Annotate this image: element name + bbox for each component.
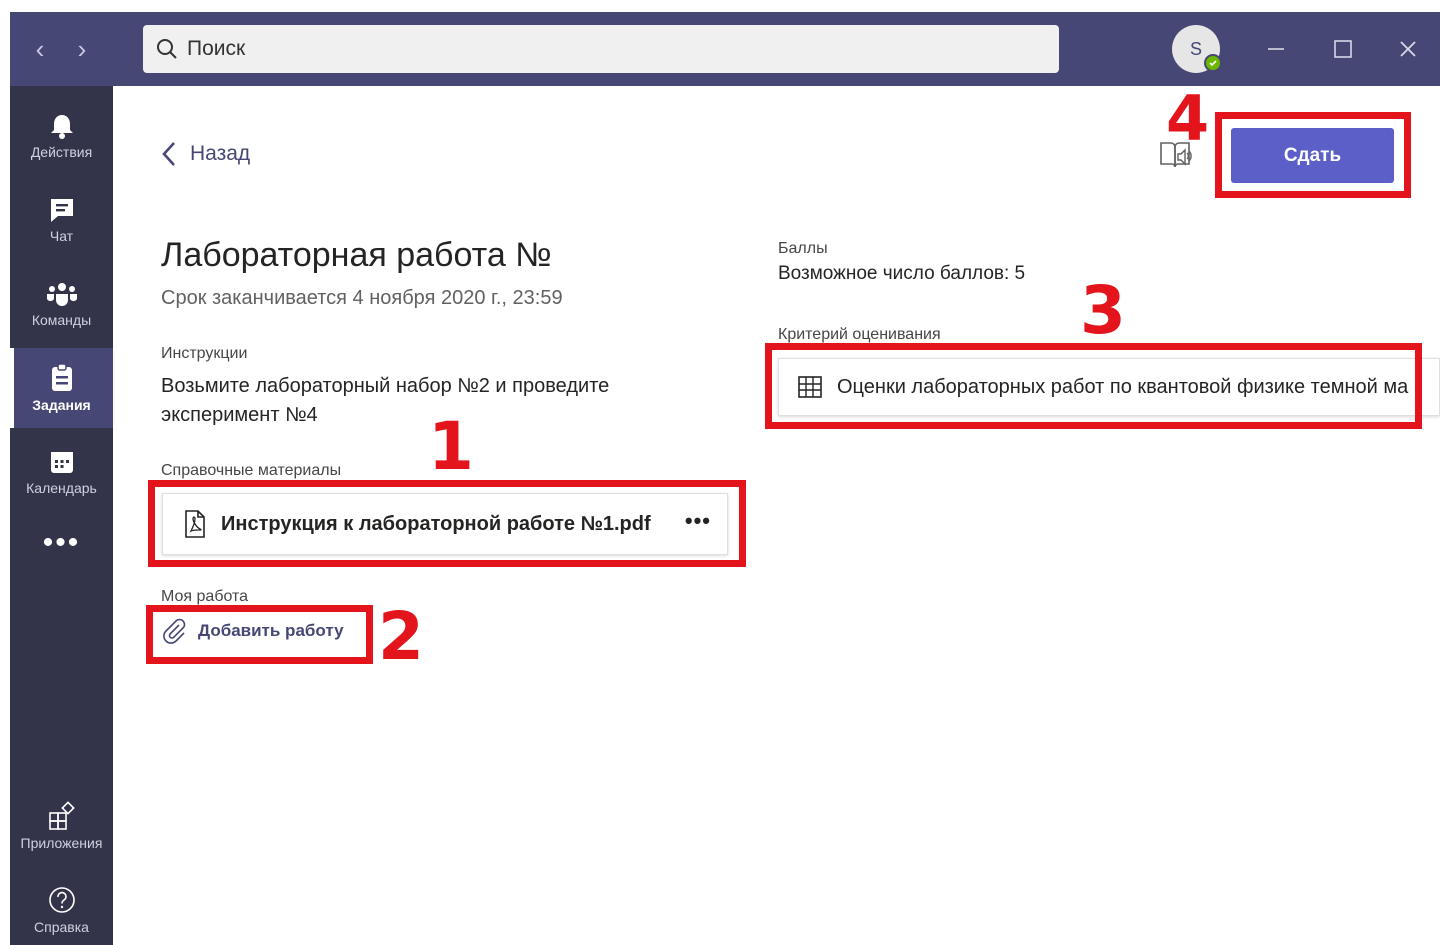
top-frame bbox=[0, 0, 1440, 12]
title-bar: ‹ › S bbox=[10, 12, 1440, 86]
avatar-initial: S bbox=[1189, 38, 1202, 59]
back-arrow-icon[interactable]: ‹ bbox=[28, 34, 52, 64]
teams-icon bbox=[46, 283, 77, 306]
search-input[interactable] bbox=[187, 37, 1047, 61]
rail-item-calendar[interactable]: Календарь bbox=[10, 432, 113, 512]
points-value: Возможное число баллов: 5 bbox=[778, 263, 1026, 284]
calendar-icon bbox=[50, 452, 73, 473]
rail-item-teams[interactable]: Команды bbox=[10, 264, 113, 344]
rail-item-help[interactable]: Справка bbox=[10, 870, 113, 945]
minimize-button[interactable] bbox=[1256, 32, 1296, 66]
annotation-box-4 bbox=[1215, 112, 1411, 198]
chat-icon bbox=[50, 199, 73, 222]
help-icon bbox=[48, 887, 75, 913]
annotation-number-2: 2 bbox=[378, 598, 424, 675]
annotation-number-1: 1 bbox=[428, 408, 474, 485]
page-title: Лабораторная работа № bbox=[161, 236, 552, 274]
apps-icon bbox=[48, 801, 75, 830]
more-apps-icon[interactable]: ••• bbox=[10, 528, 113, 564]
rail-item-label: Календарь bbox=[26, 480, 97, 496]
rail-item-label: Справка bbox=[34, 919, 89, 935]
back-link[interactable]: Назад bbox=[160, 140, 250, 168]
due-date: Срок заканчивается 4 ноября 2020 г., 23:… bbox=[161, 287, 563, 309]
maximize-button[interactable] bbox=[1323, 32, 1363, 66]
presence-available-icon bbox=[1204, 54, 1222, 72]
rail-item-activity[interactable]: Действия bbox=[10, 96, 113, 176]
rail-item-apps[interactable]: Приложения bbox=[10, 786, 113, 866]
rail-item-chat[interactable]: Чат bbox=[10, 180, 113, 260]
rail-item-label: Команды bbox=[31, 312, 92, 328]
annotation-box-2 bbox=[146, 605, 373, 664]
rail-item-assignments[interactable]: Задания bbox=[10, 348, 113, 428]
forward-arrow-icon[interactable]: › bbox=[70, 34, 94, 64]
back-label: Назад bbox=[190, 142, 251, 165]
annotation-box-1 bbox=[148, 480, 746, 567]
assignments-icon bbox=[51, 363, 72, 391]
instructions-heading: Инструкции bbox=[161, 345, 248, 362]
rubric-heading: Критерий оценивания bbox=[778, 326, 941, 343]
close-button[interactable] bbox=[1388, 32, 1428, 66]
rail-item-label: Действия bbox=[30, 144, 93, 160]
points-heading: Баллы bbox=[778, 240, 828, 257]
app-rail: Действия Чат Команды Задания Календарь •… bbox=[10, 86, 113, 945]
annotation-box-3 bbox=[765, 343, 1422, 429]
my-work-heading: Моя работа bbox=[161, 588, 249, 605]
search-bar[interactable] bbox=[143, 25, 1059, 73]
rail-item-label: Задания bbox=[32, 397, 91, 413]
bell-icon bbox=[50, 115, 73, 139]
reference-materials-heading: Справочные материалы bbox=[161, 462, 342, 479]
rail-item-label: Чат bbox=[49, 228, 74, 244]
search-icon bbox=[157, 39, 177, 59]
chevron-left-icon bbox=[162, 142, 175, 166]
left-frame bbox=[0, 0, 10, 945]
annotation-number-3: 3 bbox=[1080, 272, 1126, 349]
rail-item-label: Приложения bbox=[20, 835, 103, 851]
annotation-number-4: 4 bbox=[1166, 82, 1210, 155]
